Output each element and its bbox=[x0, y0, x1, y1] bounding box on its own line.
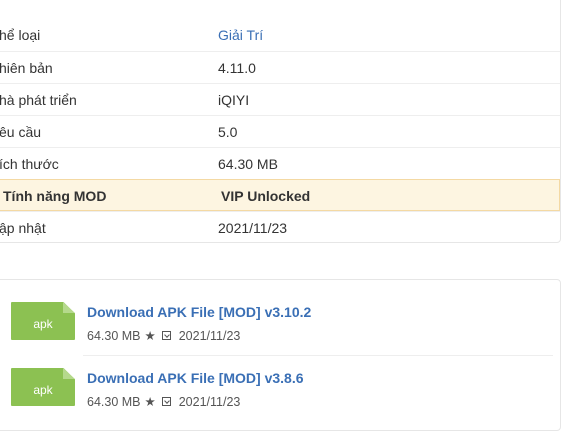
size-value: 64.30 MB bbox=[218, 156, 278, 172]
requirement-label: êu cầu bbox=[0, 124, 42, 140]
download-date-icon bbox=[161, 397, 171, 406]
app-info-card: hể loại Giải Trí hiên bản 4.11.0 hà phát… bbox=[0, 0, 561, 243]
size-label: ích thước bbox=[0, 156, 59, 172]
info-row-requirement: êu cầu 5.0 bbox=[0, 115, 560, 147]
info-row-size: ích thước 64.30 MB bbox=[0, 147, 560, 179]
star-icon: ★ bbox=[144, 395, 156, 409]
updated-label: ập nhật bbox=[0, 220, 46, 236]
download-link[interactable]: Download APK File [MOD] v3.8.6 bbox=[87, 370, 304, 386]
download-list-card: apk Download APK File [MOD] v3.10.2 64.3… bbox=[0, 279, 561, 431]
category-label: hể loại bbox=[0, 27, 41, 43]
download-size: 64.30 MB bbox=[87, 394, 141, 409]
app-info-table: hể loại Giải Trí hiên bản 4.11.0 hà phát… bbox=[0, 19, 560, 242]
download-date-icon bbox=[161, 331, 171, 340]
developer-label: hà phát triển bbox=[0, 92, 77, 108]
info-row-category: hể loại Giải Trí bbox=[0, 19, 560, 51]
download-meta: 64.30 MB ★ 2021/11/23 bbox=[87, 328, 241, 344]
download-size: 64.30 MB bbox=[87, 328, 141, 343]
download-item[interactable]: apk Download APK File [MOD] v3.10.2 64.3… bbox=[0, 298, 560, 358]
updated-value: 2021/11/23 bbox=[218, 220, 288, 236]
download-link[interactable]: Download APK File [MOD] v3.10.2 bbox=[87, 304, 311, 320]
download-divider bbox=[83, 355, 553, 356]
info-row-developer: hà phát triển iQIYI bbox=[0, 83, 560, 115]
download-date: 2021/11/23 bbox=[178, 394, 241, 409]
version-label: hiên bản bbox=[0, 60, 53, 76]
category-link[interactable]: Giải Trí bbox=[218, 27, 263, 43]
developer-value: iQIYI bbox=[218, 92, 250, 108]
version-value: 4.11.0 bbox=[218, 60, 256, 76]
info-row-mod-features: Tính năng MOD VIP Unlocked bbox=[0, 179, 560, 211]
mod-features-value: VIP Unlocked bbox=[221, 188, 311, 204]
download-date: 2021/11/23 bbox=[178, 328, 241, 343]
star-icon: ★ bbox=[144, 329, 156, 343]
download-meta: 64.30 MB ★ 2021/11/23 bbox=[87, 394, 241, 410]
apk-icon-label: apk bbox=[33, 317, 53, 331]
requirement-value: 5.0 bbox=[218, 124, 238, 140]
info-row-version: hiên bản 4.11.0 bbox=[0, 51, 560, 83]
mod-features-label: Tính năng MOD bbox=[3, 188, 107, 204]
download-item[interactable]: apk Download APK File [MOD] v3.8.6 64.30… bbox=[0, 364, 560, 424]
info-row-updated: ập nhật 2021/11/23 bbox=[0, 211, 560, 242]
apk-icon-label: apk bbox=[33, 383, 53, 397]
